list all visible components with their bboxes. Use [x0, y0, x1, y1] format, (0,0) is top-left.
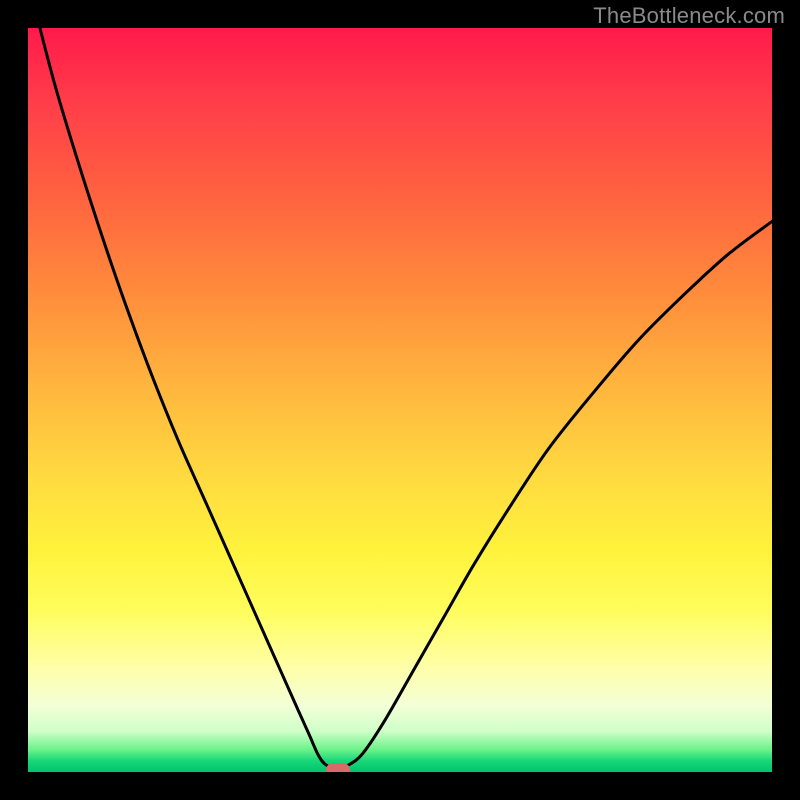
chart-frame: TheBottleneck.com [0, 0, 800, 800]
bottleneck-curve [28, 28, 772, 772]
watermark-text: TheBottleneck.com [593, 3, 785, 29]
optimal-point-marker [326, 763, 350, 772]
plot-area [28, 28, 772, 772]
